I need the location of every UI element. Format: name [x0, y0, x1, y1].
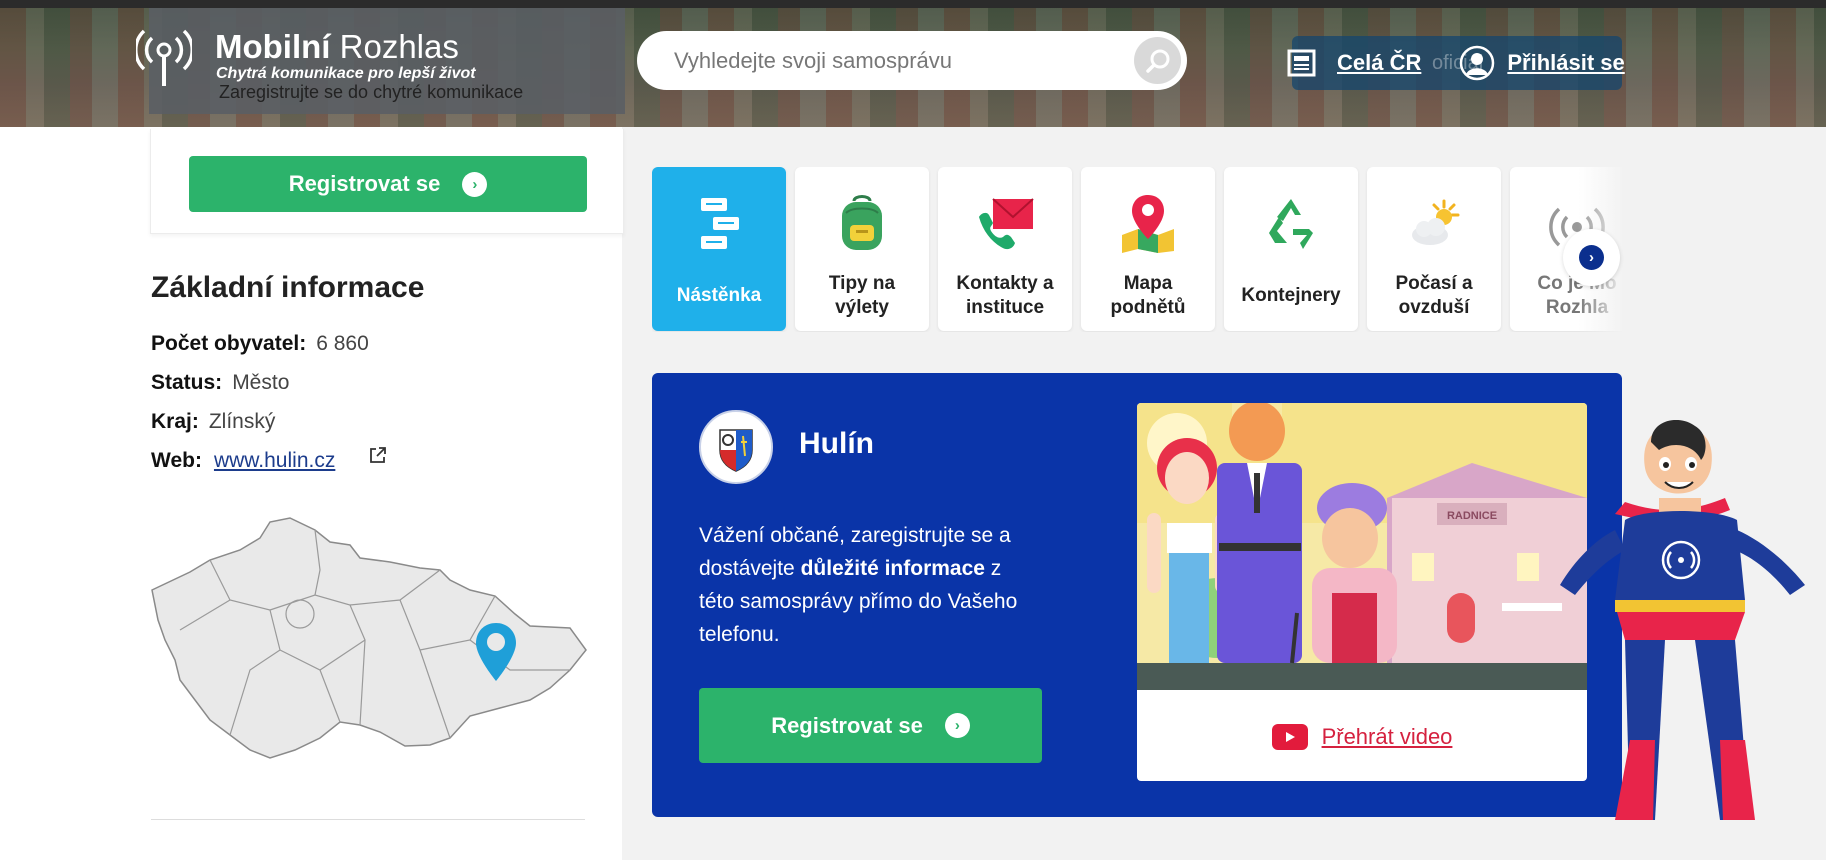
search-input[interactable] [672, 46, 1116, 75]
login-link[interactable]: Přihlásit se [1459, 45, 1625, 81]
login-link-label[interactable]: Přihlásit se [1507, 50, 1624, 76]
register-message: Vážení občané, zaregistrujte se a dostáv… [699, 524, 1018, 646]
info-title: Základní informace [151, 271, 425, 304]
town-name: Hulín [799, 427, 874, 460]
register-panel: Hulín Vážení občané, zaregistrujte se a … [652, 373, 1622, 817]
chevron-right-icon: › [1579, 245, 1604, 270]
tile-pocasi[interactable]: Počasí a ovzduší [1367, 167, 1501, 331]
divider [151, 819, 585, 820]
info-region: Kraj: Zlínský [151, 410, 276, 433]
tile-kontakty[interactable]: Kontakty a instituce [938, 167, 1072, 331]
newspaper-icon [1287, 49, 1316, 77]
town-crest [699, 410, 773, 484]
superhero-mascot [1560, 420, 1805, 820]
search-icon [1145, 49, 1169, 73]
arrow-right-icon: › [462, 171, 488, 197]
panel-register-button[interactable]: Registrovat se › [699, 688, 1042, 763]
brand-name[interactable]: Mobilní Rozhlas [215, 28, 459, 66]
play-video-link[interactable]: Přehrát video [1137, 693, 1587, 781]
brand-subtitle: Zaregistrujte se do chytré komunikace [219, 82, 524, 102]
top-strip [0, 0, 1826, 8]
register-card: Registrovat se › [150, 129, 624, 234]
play-video-label[interactable]: Přehrát video [1322, 724, 1453, 750]
map-pin-icon [1122, 195, 1174, 253]
czech-map [151, 517, 587, 759]
phone-mail-icon [979, 198, 1034, 250]
tiles-next-button[interactable]: › [1563, 229, 1620, 286]
youtube-play-icon [1271, 724, 1308, 750]
location-pin-icon [476, 623, 516, 681]
sidebar: Registrovat se › Základní informace Poče… [0, 127, 624, 860]
video-card[interactable]: RADNICE Přehrát video [1137, 403, 1587, 781]
tile-mapa-podnetu[interactable]: Mapa podnětů [1081, 167, 1215, 331]
tile-nastenka[interactable]: Nástěnka [652, 167, 786, 331]
top-links: oficiál Celá ČR Přihlásit se [1287, 36, 1625, 90]
weather-icon [1412, 199, 1460, 245]
category-tiles: Nástěnka Tipy na výlety Kontakty a institu… [652, 167, 1622, 332]
brand-tagline: Chytrá komunikace pro lepší život [216, 65, 476, 82]
info-web: Web: www.hulin.cz [151, 449, 336, 472]
broadcast-logo-icon[interactable] [136, 28, 192, 88]
user-icon [1460, 45, 1495, 81]
tile-kontejnery[interactable]: Kontejnery [1224, 167, 1358, 331]
register-button[interactable]: Registrovat se › [189, 156, 587, 212]
tile-tipy-na-vylety[interactable]: Tipy na výlety [795, 167, 929, 331]
external-link-icon[interactable] [369, 446, 387, 464]
country-link[interactable]: Celá ČR [1287, 48, 1421, 78]
search-bar[interactable] [637, 31, 1187, 90]
board-icon [701, 198, 739, 249]
tile-label: Nástěnka [676, 285, 762, 306]
info-population: Počet obyvatel: 6 860 [151, 332, 369, 355]
arrow-right-icon: › [944, 713, 970, 738]
info-status: Status: Město [151, 371, 290, 394]
townhall-sign: RADNICE [1447, 510, 1497, 522]
backpack-icon [842, 195, 882, 250]
search-button[interactable] [1134, 37, 1181, 84]
coat-of-arms-icon [719, 429, 753, 472]
web-link[interactable]: www.hulin.cz [214, 449, 335, 472]
country-link-label[interactable]: Celá ČR [1337, 50, 1421, 76]
recycle-icon [1269, 199, 1313, 249]
tile-label: Kontejnery [1241, 285, 1341, 306]
register-button-label: Registrovat se [288, 171, 441, 196]
citizens-illustration[interactable]: RADNICE [1137, 403, 1587, 690]
panel-register-label: Registrovat se [771, 712, 923, 738]
